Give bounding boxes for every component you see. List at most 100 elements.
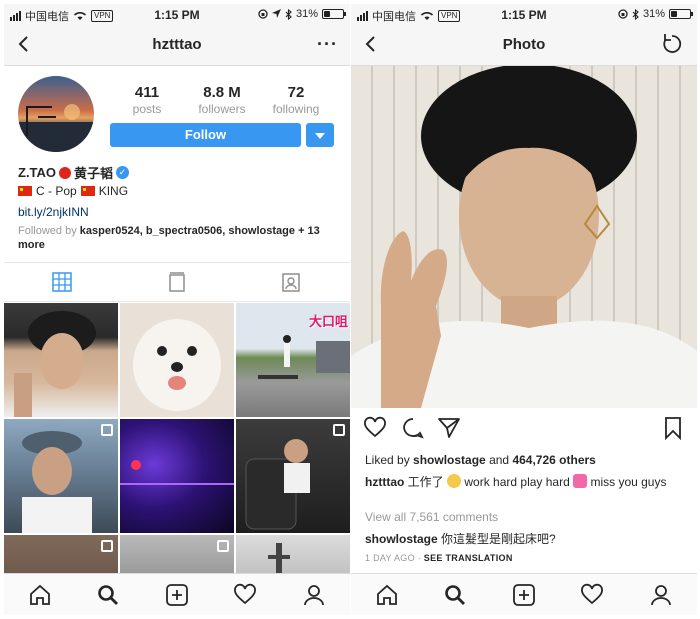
likes-summary[interactable]: Liked by showlostage and 464,726 others (365, 453, 596, 467)
battery-percent: 31% (295, 8, 318, 20)
view-all-comments-link[interactable]: View all 7,561 comments (365, 510, 498, 524)
photo-screen: 中国电信 VPN 1:15 PM 31% Photo Liked by show… (351, 4, 697, 615)
share-direct-icon[interactable] (437, 416, 461, 440)
liked-by-and: and (489, 453, 510, 467)
followers-stat[interactable]: 8.8 M followers (187, 84, 257, 116)
china-flag-icon (80, 186, 95, 196)
profile-screen: 中国电信 VPN 1:15 PM 31% hztttao ··· 411 pos… (4, 4, 350, 615)
caption-text-2: work hard play hard (464, 475, 570, 489)
feed-view-icon[interactable] (167, 272, 187, 292)
comment-username[interactable]: showlostage (365, 532, 438, 546)
post-action-row (351, 416, 697, 446)
post-photo[interactable] (351, 66, 697, 408)
caption-text-3: miss you guys (590, 475, 667, 489)
nav-bar: Photo (351, 24, 697, 66)
bottom-nav (351, 573, 697, 615)
video-icon (217, 540, 229, 552)
avatar-photo (18, 104, 94, 152)
verified-badge-icon: ✓ (116, 166, 130, 179)
comment-icon[interactable] (401, 416, 425, 440)
home-icon[interactable] (28, 583, 52, 607)
profile-username-title: hztttao (152, 36, 202, 53)
posts-stat[interactable]: 411 posts (112, 84, 182, 116)
sweat-smile-emoji-icon (447, 474, 462, 488)
liked-by-prefix: Liked by (365, 453, 410, 467)
followers-count: 8.8 M (203, 84, 241, 101)
battery-icon (322, 9, 346, 19)
red-circle-emoji-icon (59, 166, 72, 179)
activity-heart-icon[interactable] (233, 583, 257, 607)
post-caption: hztttao 工作了 work hard play hard miss you… (365, 474, 687, 490)
search-icon[interactable] (96, 583, 120, 607)
grid-thumbnail[interactable] (120, 419, 234, 533)
grid-view-icon[interactable] (52, 272, 72, 292)
sparkling-heart-emoji-icon (573, 474, 588, 488)
liked-by-count[interactable]: 464,726 others (512, 453, 595, 467)
comment-text: 你這髮型是剛起床吧? (441, 532, 556, 546)
profile-icon[interactable] (302, 583, 326, 607)
more-options-icon[interactable]: ··· (317, 34, 338, 55)
time-ago: 1 DAY AGO (365, 553, 415, 563)
car-interior-thumbnail-image (245, 439, 310, 530)
post-timestamp: 1 DAY AGO · SEE TRANSLATION (365, 553, 513, 563)
followed-by-users: kasper0524, b_spectra0506, showlostage (79, 225, 295, 237)
see-translation-link[interactable]: SEE TRANSLATION (424, 553, 513, 563)
activity-heart-icon[interactable] (580, 583, 604, 607)
battery-percent: 31% (642, 8, 665, 20)
video-icon (101, 540, 113, 552)
nav-bar: hztttao ··· (4, 24, 350, 66)
home-icon[interactable] (375, 583, 399, 607)
grid-thumbnail[interactable] (4, 303, 118, 417)
following-label: following (272, 102, 320, 116)
following-stat[interactable]: 72 following (261, 84, 331, 116)
dog-thumbnail-image (133, 319, 221, 411)
photo-page-title: Photo (502, 36, 546, 53)
status-bar: 中国电信 VPN 1:15 PM 31% (351, 4, 697, 24)
profile-name: Z.TAO 黄子韬 ✓ (18, 163, 130, 182)
selfie-photo-image (351, 66, 697, 408)
bottom-nav (4, 573, 350, 615)
caption-text-1: 工作了 (407, 475, 444, 489)
caption-username[interactable]: hztttao (365, 475, 404, 489)
refresh-icon[interactable] (661, 33, 683, 55)
avatar[interactable] (18, 76, 94, 152)
concert-thumbnail-image (120, 460, 234, 485)
bio-text: C - Pop (36, 184, 77, 198)
liked-by-user[interactable]: showlostage (413, 453, 486, 467)
tagged-photos-icon[interactable] (281, 272, 301, 292)
suggestions-dropdown-button[interactable] (306, 123, 334, 147)
selfie-thumbnail-image (14, 311, 96, 417)
profile-name-suffix: 黄子韬 (74, 166, 114, 181)
profile-name-prefix: Z.TAO (18, 165, 57, 180)
new-post-icon[interactable] (165, 583, 189, 607)
followed-by-prefix: Followed by (18, 225, 77, 237)
rotation-lock-icon (618, 9, 628, 19)
new-post-icon[interactable] (512, 583, 536, 607)
bio-link[interactable]: bit.ly/2njkINN (18, 205, 89, 219)
china-flag-icon (18, 186, 32, 196)
grid-thumbnail[interactable] (4, 419, 118, 533)
followed-by[interactable]: Followed by kasper0524, b_spectra0506, s… (18, 224, 338, 252)
follow-button[interactable]: Follow (110, 123, 301, 147)
search-icon[interactable] (443, 583, 467, 607)
location-icon (271, 9, 281, 18)
bio-text-2: KING (98, 184, 129, 198)
bookmark-icon[interactable] (661, 416, 685, 440)
bluetooth-icon (285, 8, 292, 20)
posts-label: posts (132, 102, 162, 116)
profile-icon[interactable] (649, 583, 673, 607)
video-icon (333, 424, 345, 436)
comment-item: showlostage 你這髮型是剛起床吧? (365, 530, 556, 547)
grid-thumbnail[interactable]: 大口咀 (236, 303, 350, 417)
following-count: 72 (287, 84, 305, 101)
grid-thumbnail[interactable] (236, 419, 350, 533)
followers-label: followers (198, 102, 246, 116)
status-bar: 中国电信 VPN 1:15 PM 31% (4, 4, 350, 24)
posts-count: 411 (134, 84, 160, 101)
bluetooth-icon (632, 8, 639, 20)
like-heart-icon[interactable] (363, 416, 387, 440)
car-selfie-thumbnail-image (22, 431, 92, 533)
grid-thumbnail[interactable] (120, 303, 234, 417)
rotation-lock-icon (258, 9, 268, 19)
battery-icon (669, 9, 693, 19)
